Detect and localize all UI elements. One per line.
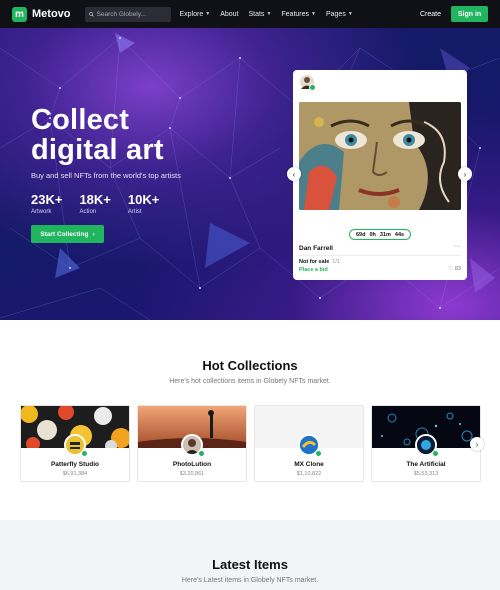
avatar[interactable] [299, 74, 316, 91]
like-button[interactable]: ♡ 83 [448, 266, 461, 272]
hero-title-line2: digital art [31, 134, 164, 166]
logo-text: Metovo [32, 8, 71, 20]
sale-status: Not for sale 1/1 [299, 259, 340, 265]
menu-explore[interactable]: Explore ▼ [180, 11, 211, 18]
stat-artist: 10K+ Artist [128, 192, 159, 215]
menu-label: Stats [248, 10, 265, 18]
stat-artwork: 23K+ Artwork [31, 192, 62, 215]
heart-icon: ♡ [447, 266, 453, 272]
menu-label: About [220, 10, 239, 18]
verified-badge-icon [432, 450, 439, 457]
menu-label: Explore [179, 10, 204, 18]
timer-days: 69d [356, 231, 366, 238]
search-icon [88, 11, 94, 17]
collection-value: $5,53,313 [413, 471, 439, 477]
sale-status-label: Not for sale [299, 259, 330, 265]
collection-card[interactable]: PhotoLution $3,20,861 [137, 405, 247, 482]
menu-stats[interactable]: Stats ▼ [248, 11, 271, 18]
menu-features[interactable]: Features ▼ [281, 11, 316, 18]
collection-name: The Artificial [406, 461, 446, 468]
timer-seconds: 44s [394, 231, 405, 238]
hero-title-line1: Collect [31, 104, 130, 136]
latest-items-subtitle: Here's Latest items in Globely NFTs mark… [181, 577, 319, 584]
collection-value: $6,91,384 [62, 471, 88, 477]
collection-card[interactable]: MX Clone $1,10,822 [254, 405, 364, 482]
chevron-down-icon: ▼ [347, 11, 353, 17]
chevron-right-icon: › [463, 169, 467, 179]
hot-collections-title: Hot Collections [202, 358, 298, 373]
search-box[interactable] [84, 6, 171, 22]
search-input[interactable] [96, 10, 167, 18]
stat-value: 18K+ [79, 192, 111, 207]
hero-stats: 23K+ Artwork 18K+ Action 10K+ Artist [31, 192, 159, 215]
stat-value: 23K+ [31, 192, 63, 207]
hero-subtitle: Buy and sell NFTs from the world's top a… [31, 171, 181, 180]
edition-count: 1/1 [332, 259, 340, 265]
hero-section: Collect digital art Buy and sell NFTs fr… [0, 28, 500, 320]
logo-mark: m [12, 6, 27, 22]
collection-card[interactable]: Patterfly Studio $6,91,384 [20, 405, 130, 482]
like-count: 83 [454, 266, 461, 272]
cta-label: Start Collecting [40, 230, 89, 238]
top-navbar: m Metovo Explore▼ About Stats▼ Features▼… [0, 0, 500, 28]
timer-hours: 0h [369, 231, 376, 238]
stat-value: 10K+ [127, 192, 160, 207]
timer-minutes: 31m [379, 231, 391, 238]
menu-label: Features [281, 10, 310, 18]
menu-about[interactable]: About [220, 11, 238, 18]
chevron-down-icon: ▼ [311, 11, 316, 17]
chevron-down-icon: ▼ [205, 11, 211, 17]
hot-collections-subtitle: Here's hot collections items in Globely … [169, 378, 331, 385]
verified-badge-icon [315, 450, 322, 457]
create-link[interactable]: Create [420, 11, 441, 18]
collection-name: Patterfly Studio [50, 461, 100, 468]
hero-title: Collect digital art [31, 105, 164, 165]
stat-action: 18K+ Action [79, 192, 110, 215]
collections-next-button[interactable]: › [470, 437, 484, 451]
place-bid-link[interactable]: Place a bid [299, 267, 328, 273]
nft-title[interactable]: Dan Farrell [299, 245, 333, 252]
more-options-icon[interactable]: ··· [454, 243, 461, 250]
main-menu: Explore ▼ About Stats ▼ Features ▼ Pages ▼ [180, 11, 353, 18]
stat-label: Artist [127, 209, 142, 215]
carousel-prev-button[interactable]: ‹ [287, 167, 301, 181]
collection-name: PhotoLution [172, 461, 212, 468]
collection-value: $3,20,861 [179, 471, 205, 477]
verified-badge-icon [81, 450, 88, 457]
collection-value: $1,10,822 [296, 471, 322, 477]
nft-artwork-image[interactable] [299, 102, 461, 210]
collection-card[interactable]: The Artificial $5,53,313 [371, 405, 481, 482]
menu-pages[interactable]: Pages ▼ [326, 11, 353, 18]
latest-items-title: Latest Items [212, 557, 288, 572]
menu-label: Pages [325, 10, 346, 18]
chevron-right-icon: › [92, 230, 95, 238]
signin-button[interactable]: Sign in [451, 6, 488, 22]
start-collecting-button[interactable]: Start Collecting › [31, 225, 104, 243]
stat-label: Action [79, 209, 97, 215]
divider [299, 255, 461, 256]
chevron-right-icon: › [475, 439, 479, 449]
logo[interactable]: m Metovo [12, 6, 71, 22]
carousel-next-button[interactable]: › [458, 167, 472, 181]
chevron-down-icon: ▼ [266, 11, 272, 17]
chevron-left-icon: ‹ [292, 169, 296, 179]
stat-label: Artwork [31, 209, 52, 215]
verified-badge-icon [198, 450, 205, 457]
auction-countdown: 69d 0h 31m 44s [349, 229, 412, 240]
collection-name: MX Clone [294, 461, 324, 468]
featured-nft-card[interactable]: 69d 0h 31m 44s Dan Farrell ··· Not for s… [293, 70, 467, 280]
verified-badge-icon [309, 84, 316, 91]
